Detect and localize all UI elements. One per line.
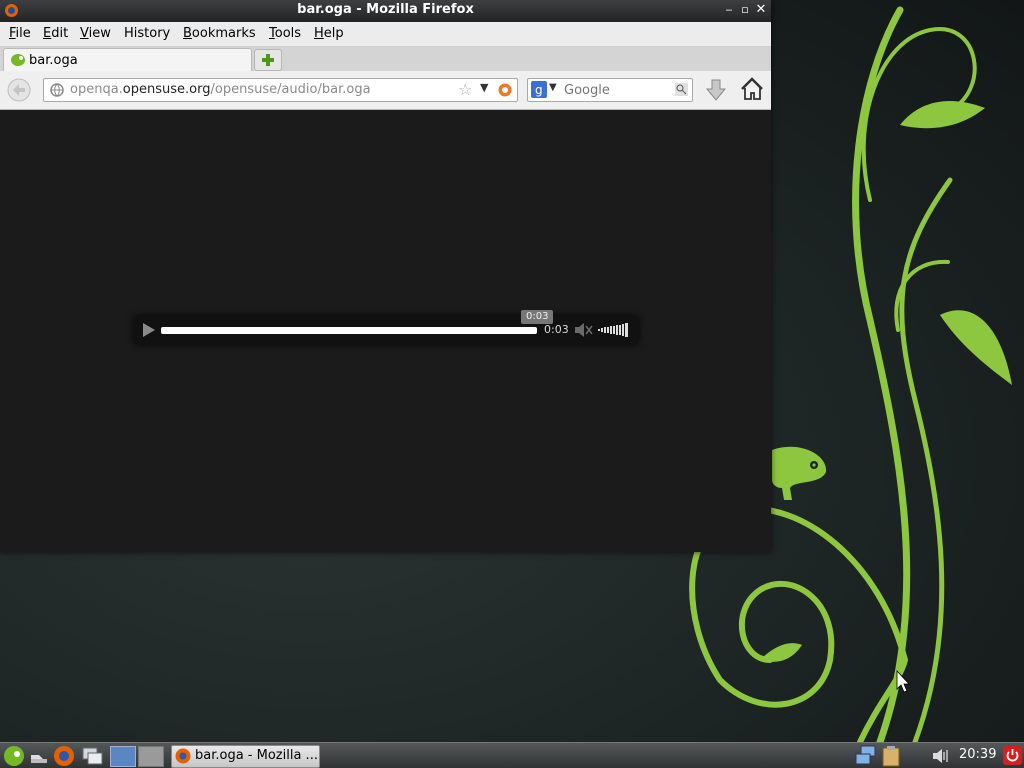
progress-bar[interactable] bbox=[161, 327, 537, 334]
window-title: bar.oga - Mozilla Firefox bbox=[297, 2, 474, 17]
search-bar[interactable]: g ▼ bbox=[527, 78, 693, 102]
svg-text:g: g bbox=[535, 83, 543, 97]
url-text: openqa.opensuse.org/opensuse/audio/bar.o… bbox=[70, 82, 371, 97]
menu-edit[interactable]: Edit bbox=[43, 26, 68, 41]
workspace-2[interactable] bbox=[138, 746, 164, 767]
mute-speaker-icon[interactable] bbox=[574, 322, 594, 338]
new-tab-button[interactable] bbox=[254, 49, 282, 71]
time-display: 0:03 bbox=[544, 323, 569, 336]
chameleon bbox=[772, 446, 827, 500]
network-icon[interactable] bbox=[855, 745, 879, 767]
leaf-top bbox=[900, 101, 985, 129]
download-arrow-icon[interactable] bbox=[705, 79, 727, 101]
workspace-1[interactable] bbox=[110, 746, 136, 767]
firefox-window: bar.oga - Mozilla Firefox ‒ ▫ ✕ File Edi… bbox=[0, 0, 771, 552]
opensuse-menu-icon[interactable] bbox=[3, 745, 25, 767]
tab-label: bar.oga bbox=[29, 53, 78, 68]
maximize-icon[interactable]: ▫ bbox=[738, 3, 752, 17]
menu-tools[interactable]: Tools bbox=[269, 26, 301, 41]
chevron-down-icon[interactable]: ▼ bbox=[480, 81, 488, 94]
navigation-toolbar: openqa.opensuse.org/opensuse/audio/bar.o… bbox=[0, 71, 771, 110]
menu-help[interactable]: Help bbox=[314, 26, 344, 41]
menu-bookmarks[interactable]: Bookmarks bbox=[183, 26, 256, 41]
menu-view[interactable]: View bbox=[80, 26, 111, 41]
page-content: 0:03 bbox=[0, 110, 771, 552]
url-bar[interactable]: openqa.opensuse.org/opensuse/audio/bar.o… bbox=[43, 78, 518, 102]
progress-fill bbox=[161, 327, 537, 334]
globe-icon bbox=[50, 83, 64, 97]
bookmark-star-icon[interactable]: ☆ bbox=[458, 80, 472, 99]
audio-player: 0:03 bbox=[134, 316, 638, 344]
back-button[interactable] bbox=[7, 78, 31, 102]
opensuse-favicon bbox=[11, 54, 25, 66]
window-titlebar[interactable]: bar.oga - Mozilla Firefox ‒ ▫ ✕ bbox=[0, 0, 771, 22]
time-tooltip: 0:03 bbox=[521, 310, 554, 324]
taskbar: bar.oga - Mozilla ... 20:39 bbox=[0, 742, 1024, 768]
mouse-pointer bbox=[896, 669, 910, 693]
clipboard-icon[interactable] bbox=[880, 745, 902, 767]
clock: 20:39 bbox=[959, 747, 997, 762]
taskbar-firefox-window-button[interactable]: bar.oga - Mozilla ... bbox=[171, 745, 320, 768]
volume-icon[interactable] bbox=[932, 747, 950, 765]
google-engine-icon[interactable]: g bbox=[531, 81, 547, 98]
plus-icon bbox=[262, 54, 274, 66]
home-icon[interactable] bbox=[739, 77, 765, 101]
menu-history[interactable]: History bbox=[124, 26, 170, 41]
menu-file[interactable]: File bbox=[9, 26, 31, 41]
search-input[interactable] bbox=[562, 80, 674, 100]
leaf-right bbox=[940, 310, 1012, 385]
firefox-icon bbox=[175, 748, 191, 764]
search-icon[interactable] bbox=[675, 83, 688, 96]
power-icon[interactable] bbox=[1003, 746, 1022, 765]
menubar: File Edit View History Bookmarks Tools H… bbox=[0, 22, 771, 47]
play-button[interactable] bbox=[140, 322, 156, 338]
minimize-icon[interactable]: ‒ bbox=[722, 3, 736, 17]
leaf-spiral bbox=[760, 643, 802, 662]
firefox-launcher-icon[interactable] bbox=[53, 745, 75, 767]
engine-chevron-down-icon[interactable]: ▼ bbox=[549, 82, 557, 93]
rss-feed-icon[interactable] bbox=[498, 83, 512, 97]
file-manager-icon[interactable] bbox=[29, 747, 49, 765]
volume-level[interactable] bbox=[598, 322, 632, 338]
close-icon[interactable]: ✕ bbox=[754, 3, 768, 17]
taskbar-window-label: bar.oga - Mozilla ... bbox=[195, 748, 318, 763]
tab-strip: bar.oga bbox=[0, 47, 771, 72]
show-desktop-icon[interactable] bbox=[82, 746, 104, 766]
tab-bar-oga[interactable]: bar.oga bbox=[3, 48, 252, 72]
